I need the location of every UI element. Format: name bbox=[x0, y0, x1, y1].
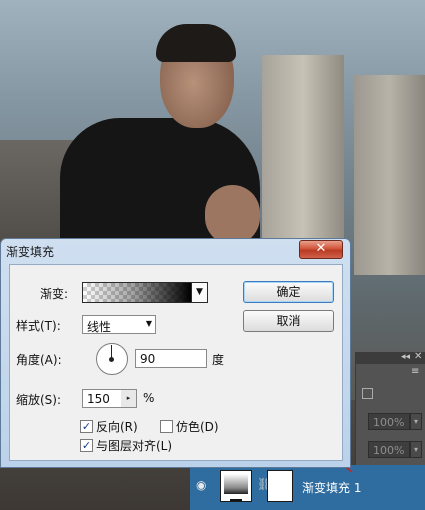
ok-button[interactable]: 确定 bbox=[243, 281, 334, 303]
opacity-dropdown[interactable]: ▾ bbox=[410, 413, 422, 430]
building-right bbox=[354, 75, 425, 275]
chevron-down-icon: ▼ bbox=[145, 319, 152, 328]
angle-unit: 度 bbox=[212, 353, 225, 367]
align-with-layer-label[interactable]: 与图层对齐(L) bbox=[96, 437, 172, 454]
align-with-layer-checkbox[interactable]: ✓ bbox=[80, 439, 93, 452]
scale-slider-button[interactable]: ▸ bbox=[121, 389, 137, 408]
gradient-label: 渐变: bbox=[40, 287, 69, 301]
angle-label: 角度(A): bbox=[16, 353, 62, 367]
close-icon[interactable]: ✕ bbox=[414, 351, 422, 362]
angle-dial[interactable] bbox=[96, 343, 128, 375]
gradient-fill-dialog: 渐变填充 ✕ 渐变: ▼ 样式(T): 线性 ▼ 角度(A): 90 度 缩放(… bbox=[0, 238, 351, 468]
layer-name[interactable]: 渐变填充 1 bbox=[302, 479, 361, 496]
dialog-body: 渐变: ▼ 样式(T): 线性 ▼ 角度(A): 90 度 缩放(S): 150… bbox=[9, 264, 343, 461]
collapse-icon[interactable]: ◂◂ bbox=[401, 352, 410, 362]
dialog-title: 渐变填充 bbox=[6, 245, 55, 259]
dither-label[interactable]: 仿色(D) bbox=[176, 418, 219, 435]
person-arm bbox=[205, 185, 260, 245]
reverse-label[interactable]: 反向(R) bbox=[96, 418, 138, 435]
lock-icon[interactable] bbox=[362, 388, 373, 399]
fill-dropdown[interactable]: ▾ bbox=[410, 441, 422, 458]
opacity-field[interactable]: 100% bbox=[368, 413, 410, 430]
scale-label: 缩放(S): bbox=[16, 393, 62, 407]
layer-mask-thumbnail[interactable] bbox=[267, 470, 293, 502]
dither-checkbox[interactable] bbox=[160, 420, 173, 433]
style-select[interactable]: 线性 ▼ bbox=[82, 315, 156, 334]
panel-menu-icon[interactable]: ≡ bbox=[411, 366, 419, 377]
scale-unit: % bbox=[143, 391, 155, 405]
style-select-value: 线性 bbox=[87, 320, 112, 334]
dialog-titlebar[interactable]: 渐变填充 ✕ bbox=[1, 239, 350, 263]
panel-header: ◂◂ ✕ bbox=[356, 351, 425, 364]
angle-input[interactable]: 90 bbox=[135, 349, 207, 368]
gradient-swatch[interactable] bbox=[82, 282, 192, 303]
gradient-dropdown-button[interactable]: ▼ bbox=[192, 282, 208, 303]
close-button[interactable]: ✕ bbox=[299, 240, 343, 259]
style-label: 样式(T): bbox=[16, 319, 61, 333]
fill-field[interactable]: 100% bbox=[368, 441, 410, 458]
cancel-button[interactable]: 取消 bbox=[243, 310, 334, 332]
eye-icon[interactable]: ◉ bbox=[196, 479, 209, 491]
person-hair bbox=[156, 24, 236, 62]
gradient-layer-thumbnail[interactable] bbox=[220, 470, 252, 502]
scale-input[interactable]: 150 bbox=[82, 389, 122, 408]
reverse-checkbox[interactable]: ✓ bbox=[80, 420, 93, 433]
